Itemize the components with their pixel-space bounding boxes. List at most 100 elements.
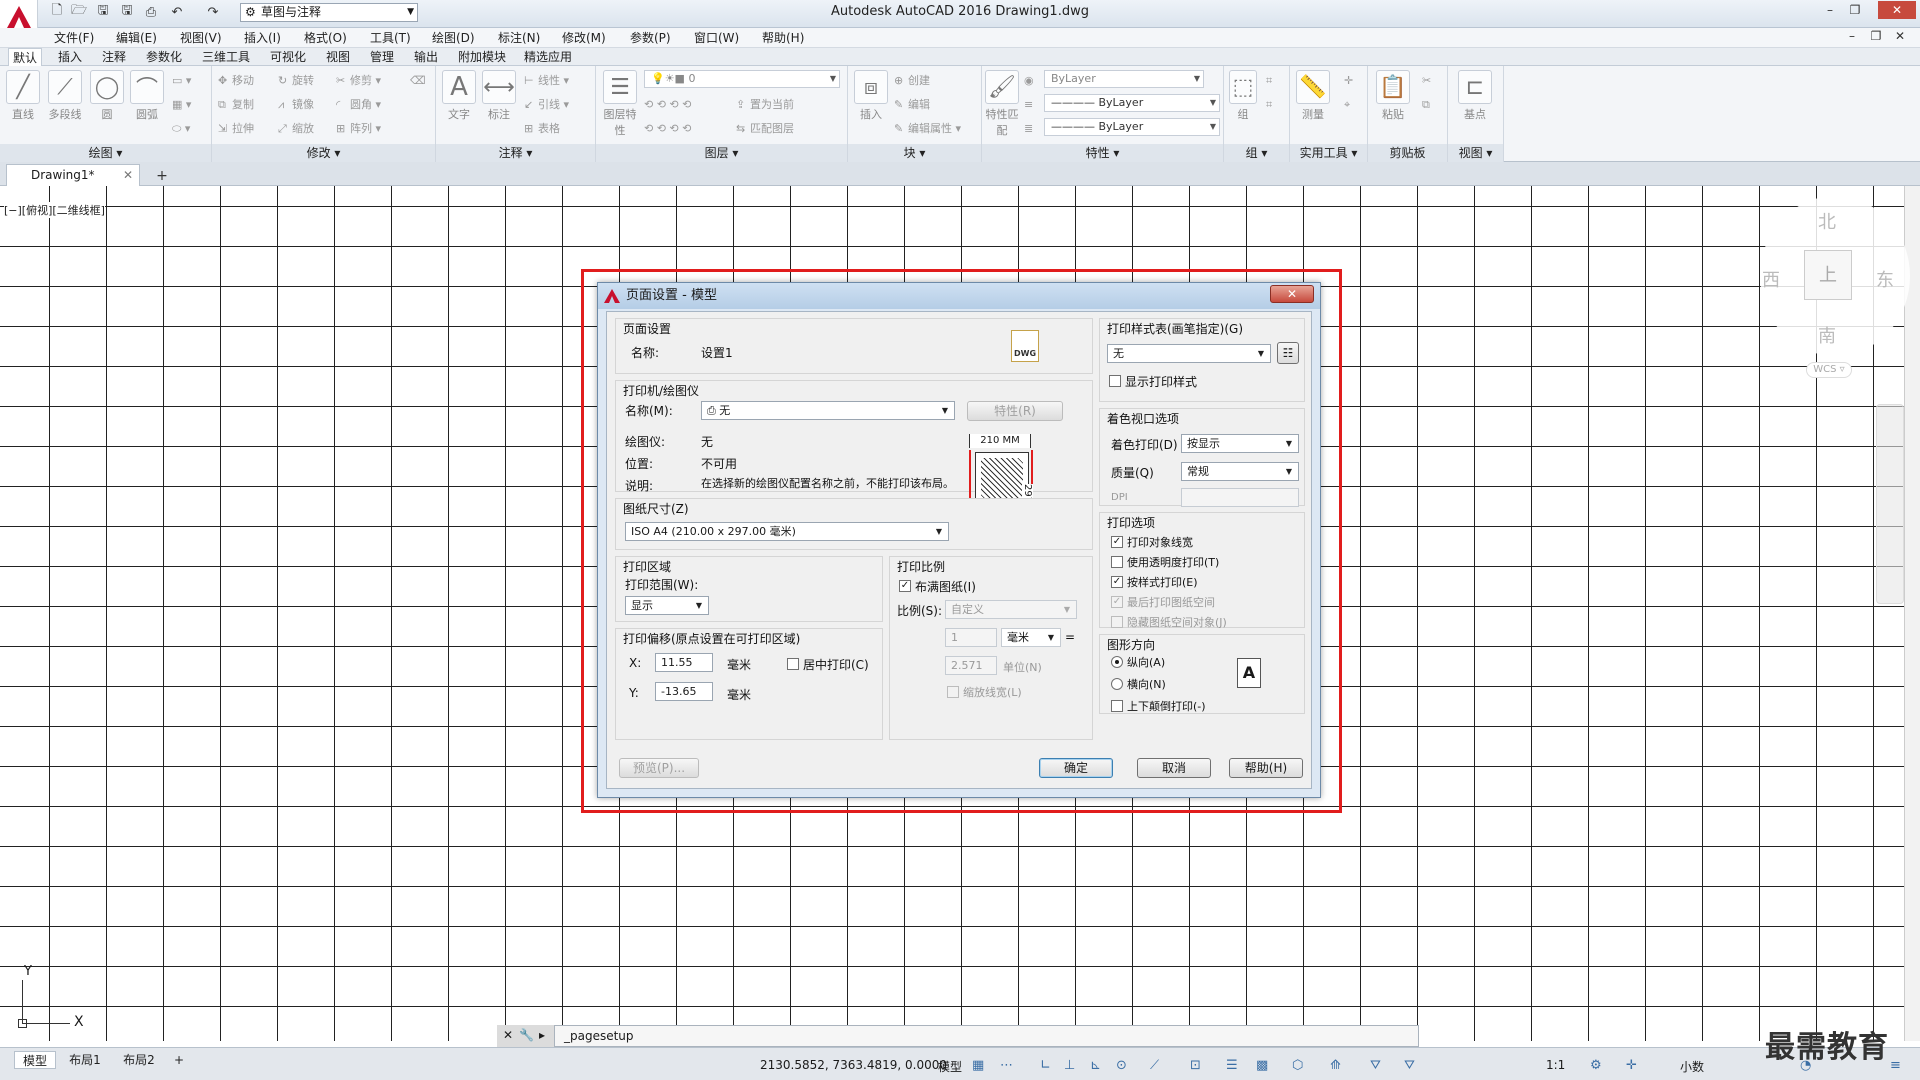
ungroup-icon[interactable]: ⌗ <box>1266 72 1272 90</box>
scale-numerator-input[interactable]: 1 <box>945 628 997 647</box>
rectangle-icon[interactable]: ▭ ▾ <box>172 72 191 90</box>
quality-dropdown[interactable]: 常规 ▼ <box>1181 462 1299 481</box>
tab-layout2[interactable]: 布局2 <box>116 1051 162 1069</box>
grid-icon[interactable]: ▦ <box>972 1058 984 1073</box>
edit-plot-style-button[interactable]: ☷ <box>1277 342 1299 364</box>
plotter-name-dropdown[interactable]: ⎙ 无 ▼ <box>701 401 955 420</box>
layer-properties-button[interactable]: ☰ 图层特性 <box>600 70 640 138</box>
viewcube-west[interactable]: 西 <box>1762 266 1780 292</box>
ok-button[interactable]: 确定 <box>1039 758 1113 778</box>
scale-denominator-input[interactable]: 2.571 <box>945 656 997 675</box>
menu-file[interactable]: 文件(F) <box>54 28 94 48</box>
restore-window-button[interactable]: ❐ <box>1843 1 1867 19</box>
view-panel-title[interactable]: 视图 ▾ <box>1448 144 1503 162</box>
vertical-scrollbar[interactable] <box>1904 186 1920 1041</box>
measure-button[interactable]: 📏 测量 <box>1294 70 1332 122</box>
annotation-scale[interactable]: 1:1 <box>1546 1058 1565 1072</box>
center-plot-checkbox[interactable] <box>787 658 799 670</box>
menu-insert[interactable]: 插入(I) <box>244 28 281 48</box>
block-panel-title[interactable]: 块 ▾ <box>848 144 981 162</box>
move-button[interactable]: ✥ 移动 <box>218 72 254 90</box>
layer-tools-row-2[interactable]: ⟲ ⟲ ⟲ ⟲ <box>644 120 691 138</box>
tab-drawing1[interactable]: Drawing1* ✕ <box>6 164 140 186</box>
navigation-bar[interactable] <box>1876 404 1904 604</box>
menu-edit[interactable]: 编辑(E) <box>116 28 157 48</box>
display-plot-styles-checkbox[interactable] <box>1109 375 1121 387</box>
stretch-button[interactable]: ⇲ 拉伸 <box>218 120 254 138</box>
selection-cycling-icon[interactable]: ⬡ <box>1292 1058 1303 1073</box>
id-point-icon[interactable]: ⌖ <box>1344 96 1350 114</box>
layer-dropdown[interactable]: 💡☀■ 0 ▼ <box>644 70 840 88</box>
clipboard-panel-title[interactable]: 剪贴板 <box>1368 144 1447 162</box>
annotation-visibility-icon[interactable]: ⛛ <box>1370 1058 1381 1073</box>
lineweight-status-icon[interactable]: ☰ <box>1226 1058 1238 1073</box>
text-button[interactable]: A 文字 <box>440 70 478 122</box>
close-icon[interactable]: ✕ <box>123 165 133 185</box>
linetype-dropdown[interactable]: ———— ByLayer ▼ <box>1044 94 1220 112</box>
copy-clip-icon[interactable]: ⧉ <box>1422 96 1430 114</box>
plotter-properties-button[interactable]: 特性(R) <box>967 401 1063 421</box>
plot-style-dropdown[interactable]: 无 ▼ <box>1107 344 1271 363</box>
tab-model[interactable]: 模型 <box>14 1051 56 1069</box>
gear-icon[interactable]: ⚙ <box>1590 1058 1602 1073</box>
utilities-panel-title[interactable]: 实用工具 ▾ <box>1290 144 1367 162</box>
doc-close-button[interactable]: ✕ <box>1888 27 1912 45</box>
scale-dropdown[interactable]: 自定义 ▼ <box>945 600 1077 619</box>
tab-featured-apps[interactable]: 精选应用 <box>520 48 576 66</box>
arc-button[interactable]: ⌒ 圆弧 <box>128 70 166 122</box>
portrait-radio[interactable] <box>1111 656 1123 668</box>
offset-y-input[interactable]: -13.65 <box>655 682 713 701</box>
create-block-button[interactable]: ⊕ 创建 <box>894 72 930 90</box>
plot-paperspace-last-checkbox[interactable]: ✓ <box>1111 596 1123 608</box>
menu-view[interactable]: 视图(V) <box>180 28 222 48</box>
viewcube-south[interactable]: 南 <box>1818 322 1836 348</box>
dynamic-ucs-icon[interactable]: ⟰ <box>1330 1058 1341 1073</box>
properties-panel-title[interactable]: 特性 ▾ <box>982 144 1223 162</box>
upside-down-checkbox[interactable] <box>1111 700 1123 712</box>
close-icon[interactable]: ✕ <box>503 1028 513 1042</box>
tab-layout1[interactable]: 布局1 <box>62 1051 108 1069</box>
plot-lineweights-checkbox[interactable]: ✓ <box>1111 536 1123 548</box>
dpi-input[interactable] <box>1181 488 1299 507</box>
isodraft-icon[interactable]: ⊙ <box>1116 1058 1127 1073</box>
tab-insert[interactable]: 插入 <box>54 48 86 66</box>
circle-button[interactable]: ◯ 圆 <box>88 70 126 122</box>
polar-tracking-icon[interactable]: ⊾ <box>1090 1058 1101 1073</box>
ellipse-icon[interactable]: ⬭ ▾ <box>172 120 190 138</box>
hatch-icon[interactable]: ▦ ▾ <box>172 96 191 114</box>
tab-annotate[interactable]: 注释 <box>98 48 130 66</box>
plot-range-dropdown[interactable]: 显示 ▼ <box>625 596 709 615</box>
trim-button[interactable]: ✂ 修剪 ▾ <box>336 72 381 90</box>
edit-block-button[interactable]: ✎ 编辑 <box>894 96 930 114</box>
close-window-button[interactable]: ✕ <box>1878 1 1916 19</box>
layer-tools-row-1[interactable]: ⟲ ⟲ ⟲ ⟲ <box>644 96 691 114</box>
lineweight-icon[interactable]: ≣ <box>1024 120 1033 138</box>
transparency-icon[interactable]: ▩ <box>1256 1058 1268 1073</box>
linear-dim-button[interactable]: ⊢ 线性 ▾ <box>524 72 569 90</box>
ortho-icon[interactable]: ∟ <box>1040 1058 1051 1073</box>
polyline-button[interactable]: ⟋ 多段线 <box>44 70 86 122</box>
cancel-button[interactable]: 取消 <box>1137 758 1211 778</box>
viewcube-north[interactable]: 北 <box>1818 208 1836 234</box>
scale-unit-dropdown[interactable]: 毫米 ▼ <box>1001 628 1061 647</box>
dialog-close-button[interactable]: ✕ <box>1270 285 1314 303</box>
wcs-menu[interactable]: WCS ▿ <box>1806 362 1852 378</box>
customize-menu-icon[interactable]: ≡ <box>1890 1058 1901 1073</box>
doc-restore-button[interactable]: ❐ <box>1864 27 1888 45</box>
help-button[interactable]: 帮助(H) <box>1229 758 1303 778</box>
command-line[interactable]: _pagesetup <box>497 1025 1419 1047</box>
menu-draw[interactable]: 绘图(D) <box>432 28 475 48</box>
insert-block-button[interactable]: ⧈ 插入 <box>852 70 890 122</box>
color-wheel-icon[interactable]: ◉ <box>1024 72 1034 90</box>
paper-size-dropdown[interactable]: ISO A4 (210.00 x 297.00 毫米) ▼ <box>625 522 949 541</box>
match-layer-button[interactable]: ⇆ 匹配图层 <box>736 120 794 138</box>
base-point-button[interactable]: ⊏ 基点 <box>1456 70 1494 122</box>
match-properties-button[interactable]: 🖌 特性匹配 <box>984 70 1020 138</box>
fit-to-paper-checkbox[interactable]: ✓ <box>899 580 911 592</box>
point-icon[interactable]: ✛ <box>1344 72 1353 90</box>
group-button[interactable]: ⬚ 组 <box>1228 70 1258 122</box>
groups-panel-title[interactable]: 组 ▾ <box>1224 144 1289 162</box>
viewport-controls[interactable]: [−][俯视][二维线框] <box>4 202 105 218</box>
plot-with-styles-checkbox[interactable]: ✓ <box>1111 576 1123 588</box>
copy-button[interactable]: ⧉ 复制 <box>218 96 254 114</box>
